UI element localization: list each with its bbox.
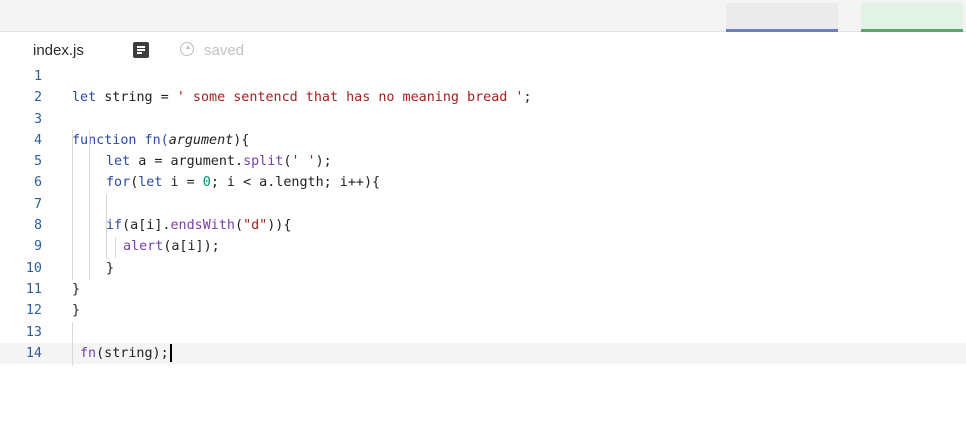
indent-guide [106, 194, 107, 258]
code-token: a = argument. [130, 154, 244, 170]
code-token: )){ [267, 218, 292, 234]
method-name: endsWith [170, 218, 236, 234]
string-literal: "d" [243, 218, 268, 234]
number-literal: 0 [202, 175, 211, 191]
code-line: 5 let a = argument.split(' '); [0, 151, 966, 172]
code-text: alert(a[i]); [123, 236, 220, 257]
keyword: let [72, 90, 97, 106]
indent-guide [115, 237, 116, 258]
code-text: function fn(argument){ [72, 130, 249, 151]
indent-guide [72, 130, 73, 280]
code-token: (a[i]. [122, 218, 171, 234]
parameter: argument [168, 132, 234, 148]
code-line: 8 if(a[i].endsWith("d")){ [0, 215, 966, 236]
document-icon[interactable] [133, 42, 149, 58]
keyword: if [106, 218, 123, 234]
code-text: } [72, 303, 81, 319]
code-line: 7 [0, 194, 966, 215]
string-literal: ' some sentencd that has no meaning brea… [176, 90, 524, 106]
line-number: 14 [25, 345, 42, 361]
panel-tab-green[interactable] [861, 3, 963, 32]
function-name: fn( [136, 132, 169, 148]
keyword: let [138, 175, 163, 191]
code-text: let a = argument.split(' '); [106, 151, 332, 172]
code-text: if(a[i].endsWith("d")){ [106, 215, 291, 236]
code-line: 10 } [0, 258, 966, 279]
code-line: 3 [0, 109, 966, 130]
code-text: } [106, 260, 115, 276]
code-line: 9 alert(a[i]); [0, 236, 966, 257]
code-token: (a[i]); [163, 239, 220, 255]
upload-icon [180, 42, 194, 56]
code-line: 13 [0, 322, 966, 343]
text-cursor [169, 343, 172, 362]
keyword: for [106, 175, 131, 191]
line-number: 10 [25, 260, 42, 276]
line-number: 1 [33, 69, 42, 84]
keyword: let [106, 154, 131, 170]
keyword: function [72, 132, 137, 148]
line-number: 6 [33, 175, 42, 191]
line-number: 3 [33, 111, 42, 127]
top-panel-bar [0, 0, 966, 32]
code-token: ){ [233, 132, 250, 148]
line-number: 9 [33, 239, 42, 255]
line-number: 4 [33, 132, 42, 148]
indent-guide [89, 130, 90, 280]
code-line: 11 } [0, 279, 966, 300]
code-token: ( [235, 218, 244, 234]
line-number: 5 [33, 154, 42, 170]
code-line: 1 [0, 66, 966, 87]
file-tab-name[interactable]: index.js [33, 42, 84, 59]
code-text: let string = ' some sentencd that has no… [72, 87, 532, 108]
method-name: split [243, 154, 284, 170]
code-token: i = [162, 175, 203, 191]
code-line: 2 let string = ' some sentencd that has … [0, 87, 966, 108]
code-text: } [72, 281, 81, 297]
function-call: alert [123, 239, 164, 255]
code-line: 4 function fn(argument){ [0, 130, 966, 151]
indent-guide [72, 322, 73, 366]
code-line-active: 14 fn(string); [0, 342, 966, 365]
line-number: 8 [33, 218, 42, 234]
line-number: 2 [33, 90, 42, 106]
code-text: for(let i = 0; i < a.length; i++){ [106, 172, 380, 193]
code-token: ); [315, 154, 332, 170]
function-call: fn [80, 345, 97, 361]
code-line: 12 } [0, 300, 966, 321]
code-token: ; i < a.length; i++){ [210, 175, 381, 191]
line-number: 13 [25, 324, 42, 340]
code-text: fn(string); [80, 343, 172, 364]
editor-tab-bar: index.js saved [0, 32, 966, 68]
code-token: string = [96, 90, 177, 106]
code-token: (string); [96, 345, 169, 361]
save-status: saved [204, 42, 245, 59]
string-literal: ' ' [291, 154, 316, 170]
code-token: ; [523, 90, 532, 106]
code-line: 6 for(let i = 0; i < a.length; i++){ [0, 172, 966, 193]
panel-tab-blue[interactable] [726, 3, 838, 32]
code-editor[interactable]: 1 2 let string = ' some sentencd that ha… [0, 66, 966, 366]
line-number: 11 [25, 281, 42, 297]
line-number: 12 [25, 303, 42, 319]
line-number: 7 [33, 196, 42, 212]
